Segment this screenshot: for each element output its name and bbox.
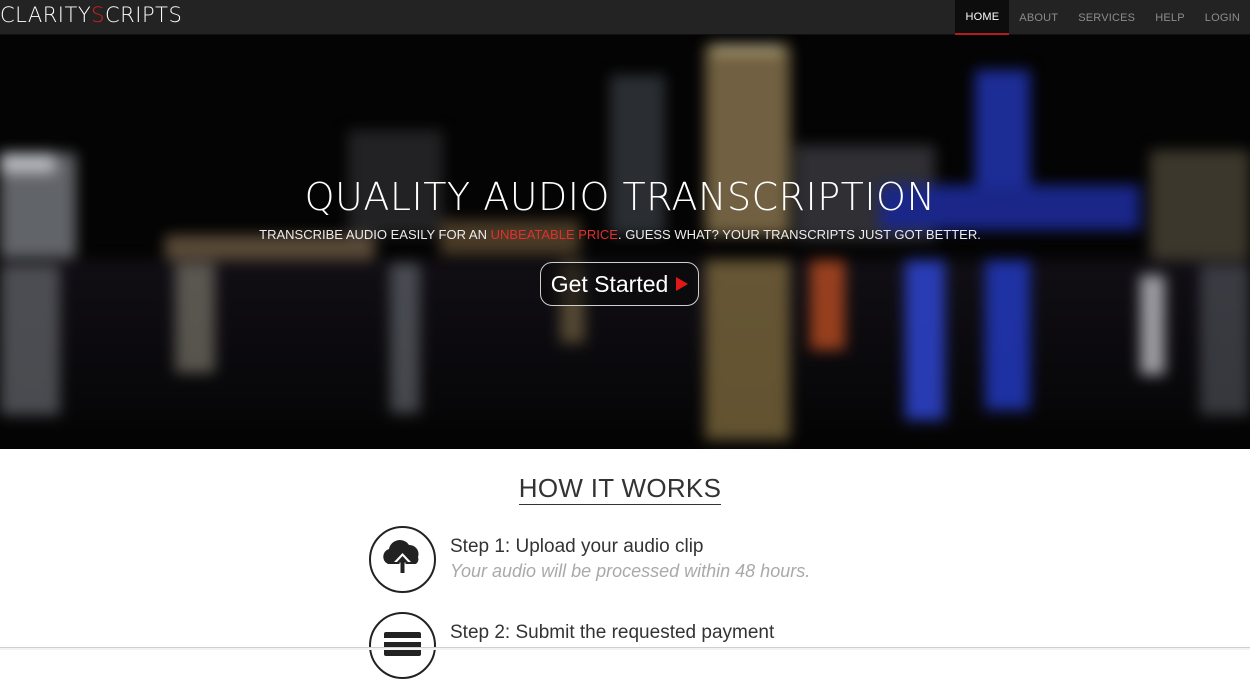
nav-services[interactable]: SERVICES — [1068, 0, 1145, 35]
how-it-works-title: HOW IT WORKS — [518, 473, 722, 505]
main-nav: HOME ABOUT SERVICES HELP LOGIN — [955, 0, 1250, 35]
step-1-title: Step 1: Upload your audio clip — [450, 536, 704, 557]
brand-accent-letter: S — [91, 3, 105, 27]
cloud-upload-icon — [369, 526, 436, 593]
step-1-description: Your audio will be processed within 48 h… — [450, 561, 811, 581]
hero-section: QUALITY AUDIO TRANSCRIPTION TRANSCRIBE A… — [0, 35, 1250, 449]
play-arrow-icon — [676, 277, 689, 291]
nav-about[interactable]: ABOUT — [1009, 0, 1068, 35]
hero-overlay — [0, 35, 1250, 449]
step-2-title: Step 2: Submit the requested payment — [450, 622, 775, 643]
hero-subtitle-start: TRANSCRIBE AUDIO EASILY FOR AN — [259, 227, 491, 242]
hero-subtitle-end: . GUESS WHAT? YOUR TRANSCRIPTS JUST GOT … — [617, 227, 981, 242]
nav-login[interactable]: LOGIN — [1195, 0, 1250, 35]
hero-subtitle: TRANSCRIBE AUDIO EASILY FOR AN UNBEATABL… — [0, 227, 1240, 242]
how-it-works-heading: HOW IT WORKS — [0, 473, 1240, 505]
get-started-button[interactable]: Get Started — [540, 262, 699, 306]
top-navbar: CLARITYSCRIPTS HOME ABOUT SERVICES HELP … — [0, 0, 1250, 35]
hero-subtitle-highlight: UNBEATABLE PRICE — [490, 227, 618, 242]
hero-title: QUALITY AUDIO TRANSCRIPTION — [304, 175, 936, 219]
credit-card-icon — [369, 612, 436, 679]
nav-help[interactable]: HELP — [1145, 0, 1195, 35]
step-item: Step 1: Upload your audio clip Your audi… — [369, 526, 969, 596]
get-started-label: Get Started — [550, 270, 669, 297]
brand-logo[interactable]: CLARITYSCRIPTS — [0, 3, 182, 27]
nav-home[interactable]: HOME — [955, 0, 1010, 35]
brand-part-2: CRIPTS — [105, 3, 183, 27]
brand-part-1: CLARITY — [0, 3, 92, 27]
